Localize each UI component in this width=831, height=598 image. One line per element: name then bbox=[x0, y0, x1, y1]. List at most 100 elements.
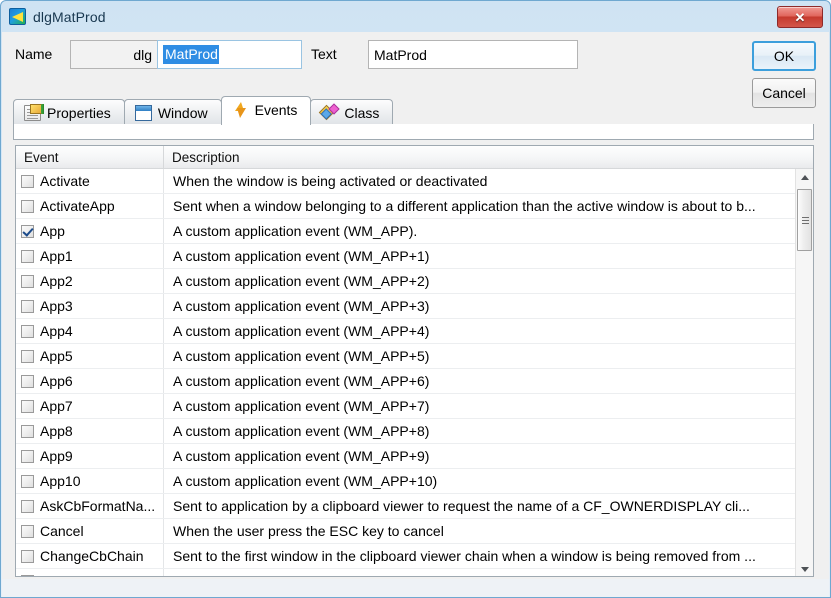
table-row[interactable]: App9A custom application event (WM_APP+9… bbox=[16, 444, 813, 469]
text-label: Text bbox=[311, 46, 337, 62]
table-row[interactable]: Cancel When the user press the ESC key to… bbox=[16, 519, 813, 544]
event-description-cell: A custom application event (WM_APP+1) bbox=[164, 244, 813, 268]
table-row[interactable]: ChangeCbChain Sent to the first window in… bbox=[16, 544, 813, 569]
event-checkbox[interactable] bbox=[21, 525, 34, 538]
event-name-label: App4 bbox=[40, 323, 73, 339]
event-checkbox[interactable] bbox=[21, 350, 34, 363]
event-description-label: A custom application event (WM_APP+2) bbox=[173, 273, 429, 289]
event-description-label: A custom application event (WM_APP+3) bbox=[173, 298, 429, 314]
event-name-label: AskCbFormatNa... bbox=[40, 498, 155, 514]
table-row[interactable]: App2 A custom application event (WM_APP+2… bbox=[16, 269, 813, 294]
event-checkbox[interactable] bbox=[21, 300, 34, 313]
close-icon: ✕ bbox=[795, 11, 806, 24]
table-row[interactable]: App4A custom application event (WM_APP+4… bbox=[16, 319, 813, 344]
table-row[interactable]: ActivateAppSent when a window belonging … bbox=[16, 194, 813, 219]
class-diamond-icon bbox=[321, 105, 338, 121]
tab-class[interactable]: Class bbox=[310, 99, 393, 125]
event-description-label: When the user press the ESC key to cance… bbox=[173, 523, 444, 539]
event-name-label: Activate bbox=[40, 173, 90, 189]
event-description-label: Sent to the first window in the clipboar… bbox=[173, 548, 756, 564]
title-bar: dlgMatProd ✕ bbox=[1, 1, 830, 32]
table-row[interactable]: App7 A custom application event (WM_APP+7… bbox=[16, 394, 813, 419]
table-row[interactable]: AppA custom application event (WM_APP). bbox=[16, 219, 813, 244]
column-header-description[interactable]: Description bbox=[164, 146, 813, 168]
event-name-cell: ChangeCbChain bbox=[16, 544, 164, 568]
tab-strip: Properties Window Events Class bbox=[13, 97, 814, 125]
event-checkbox[interactable] bbox=[21, 475, 34, 488]
event-checkbox[interactable] bbox=[21, 400, 34, 413]
event-name-label: App8 bbox=[40, 423, 73, 439]
tab-events[interactable]: Events bbox=[221, 96, 312, 125]
events-list-view: Event Description Activate When the windo… bbox=[15, 145, 814, 577]
event-name-label: App1 bbox=[40, 248, 73, 264]
event-name-label: App5 bbox=[40, 348, 73, 364]
event-description-label: A custom application event (WM_APP+10) bbox=[173, 473, 437, 489]
ok-button[interactable]: OK bbox=[752, 41, 816, 71]
event-name-label: App6 bbox=[40, 373, 73, 389]
event-checkbox[interactable] bbox=[21, 375, 34, 388]
event-checkbox[interactable] bbox=[21, 325, 34, 338]
event-checkbox[interactable] bbox=[21, 500, 34, 513]
event-name-label: ChangeCbChain bbox=[40, 548, 144, 564]
app-arrow-icon bbox=[9, 8, 26, 25]
table-row[interactable]: App10 A custom application event (WM_APP+… bbox=[16, 469, 813, 494]
event-description-label: A custom application event (WM_APP+8) bbox=[173, 423, 429, 439]
event-description-label: A custom application event (WM_APP+1) bbox=[173, 248, 429, 264]
event-name-cell: App5 bbox=[16, 344, 164, 368]
table-row[interactable]: App6 A custom application event (WM_APP+6… bbox=[16, 369, 813, 394]
table-row[interactable]: App8 A custom application event (WM_APP+8… bbox=[16, 419, 813, 444]
event-description-cell: A custom application event (WM_APP+7) bbox=[164, 394, 813, 418]
event-name-cell: App7 bbox=[16, 394, 164, 418]
event-description-cell: A custom application event (WM_APP). bbox=[164, 219, 813, 243]
event-description-cell: Sent to the first window in the clipboar… bbox=[164, 544, 813, 568]
column-header-event[interactable]: Event bbox=[16, 146, 164, 168]
event-name-cell: App8 bbox=[16, 419, 164, 443]
event-checkbox[interactable] bbox=[21, 250, 34, 263]
tab-properties[interactable]: Properties bbox=[13, 99, 125, 125]
event-checkbox[interactable] bbox=[21, 575, 34, 578]
scrollbar-thumb[interactable] bbox=[797, 189, 812, 251]
event-checkbox[interactable] bbox=[21, 275, 34, 288]
event-checkbox[interactable] bbox=[21, 550, 34, 563]
event-checkbox[interactable] bbox=[21, 200, 34, 213]
event-name-cell: App10 bbox=[16, 469, 164, 493]
event-name-label: App2 bbox=[40, 273, 73, 289]
window-icon bbox=[135, 105, 152, 121]
dialog-window: dlgMatProd ✕ Name dlg MatProd Text MatPr… bbox=[0, 0, 831, 598]
event-name-label: Char bbox=[40, 573, 70, 577]
scroll-down-icon[interactable] bbox=[796, 561, 813, 577]
table-row[interactable]: Activate When the window is being activat… bbox=[16, 169, 813, 194]
event-description-cell: A custom application event (WM_APP+6) bbox=[164, 369, 813, 393]
event-checkbox[interactable] bbox=[21, 175, 34, 188]
event-description-label: A custom application event (WM_APP+7) bbox=[173, 398, 429, 414]
window-title: dlgMatProd bbox=[33, 9, 106, 25]
form-row: Name dlg MatProd Text MatProd OK Cancel bbox=[2, 32, 829, 86]
table-row[interactable]: App3A custom application event (WM_APP+3… bbox=[16, 294, 813, 319]
scroll-up-icon[interactable] bbox=[796, 169, 813, 186]
event-checkbox[interactable] bbox=[21, 450, 34, 463]
text-input-value: MatProd bbox=[374, 47, 427, 63]
name-input[interactable]: MatProd bbox=[157, 40, 302, 69]
event-name-cell: Activate bbox=[16, 169, 164, 193]
event-name-cell: App6 bbox=[16, 369, 164, 393]
vertical-scrollbar[interactable] bbox=[795, 169, 813, 577]
event-name-cell: Cancel bbox=[16, 519, 164, 543]
event-description-cell: A custom application event (WM_APP+2) bbox=[164, 269, 813, 293]
event-description-label: When the window is being activated or de… bbox=[173, 173, 487, 189]
tab-window[interactable]: Window bbox=[124, 99, 222, 125]
table-row[interactable]: AskCbFormatNa... Sent to application by a… bbox=[16, 494, 813, 519]
table-row[interactable]: App1 A custom application event (WM_APP+1… bbox=[16, 244, 813, 269]
name-prefix-value: dlg bbox=[133, 47, 152, 63]
event-checkbox[interactable] bbox=[21, 225, 34, 238]
event-checkbox[interactable] bbox=[21, 425, 34, 438]
event-name-label: App9 bbox=[40, 448, 73, 464]
event-description-label: A custom application event (WM_APP+6) bbox=[173, 373, 429, 389]
event-description-cell: Sent to application by a clipboard viewe… bbox=[164, 494, 813, 518]
text-input[interactable]: MatProd bbox=[368, 40, 578, 69]
name-prefix-field[interactable]: dlg bbox=[70, 40, 157, 69]
event-name-cell: App bbox=[16, 219, 164, 243]
event-description-cell: A custom application event (WM_APP+10) bbox=[164, 469, 813, 493]
table-row[interactable]: CharWhen WM_KEYDOWN is translated to cha… bbox=[16, 569, 813, 577]
table-row[interactable]: App5A custom application event (WM_APP+5… bbox=[16, 344, 813, 369]
close-button[interactable]: ✕ bbox=[777, 6, 823, 28]
